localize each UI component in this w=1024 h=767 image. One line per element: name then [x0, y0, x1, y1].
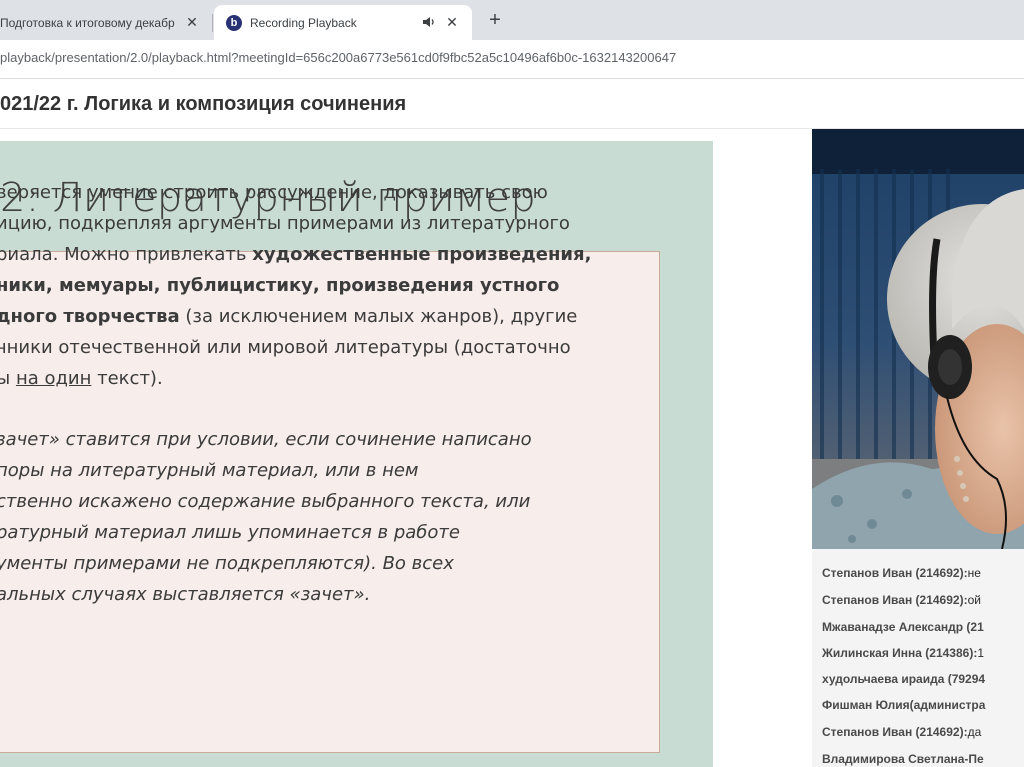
chat-text: 1 — [977, 646, 985, 660]
chat-author: Степанов Иван (214692): — [822, 593, 968, 607]
text-segment: (за исключением малых жанров), другие — [179, 306, 578, 327]
chat-author: Фишман Юлия(администра — [822, 698, 986, 712]
webcam-video[interactable] — [812, 129, 1024, 549]
tab-previous[interactable]: Подготовка к итоговому декабр ✕ — [0, 5, 212, 40]
tab-recording-playback[interactable]: b Recording Playback ✕ — [214, 5, 472, 40]
chat-message: Жилинская Инна (214386):1 — [822, 646, 1024, 660]
paragraph-line: чники отечественной или мировой литерату… — [0, 332, 656, 363]
chat-text: ой — [967, 593, 981, 607]
paragraph-line: ратурный материал лишь упоминается в раб… — [0, 522, 460, 543]
chat-text: да — [967, 725, 982, 739]
paragraph-line: риала. Можно привлекать художественные п… — [0, 239, 656, 270]
text-segment: чники отечественной или мировой литерату… — [0, 337, 571, 358]
presentation-slide: 2: Литературный пример веряется умение с… — [0, 141, 713, 767]
tab-title: Подготовка к итоговому декабр — [0, 15, 175, 30]
text-segment: текст). — [91, 368, 163, 389]
chat-message: Владимирова Светлана-Пе — [822, 752, 1024, 766]
text-segment: дного творчества — [0, 306, 180, 327]
paragraph-line: поры на литературный материал, или в нем — [0, 460, 419, 481]
text-segment: ицию, подкрепляя аргументы примерами из … — [0, 213, 570, 234]
chat-message: Фишман Юлия(администра — [822, 698, 1024, 712]
address-bar: playback/presentation/2.0/playback.html?… — [0, 40, 1024, 79]
paragraph-line: ственно искажено содержание выбранного т… — [0, 491, 531, 512]
chat-author: Степанов Иван (214692): — [822, 725, 968, 739]
paragraph-line: ы на один текст). — [0, 363, 656, 394]
text-segment: ы — [0, 368, 11, 389]
chat-author: Степанов Иван (214692): — [822, 566, 968, 580]
url-field[interactable]: playback/presentation/2.0/playback.html?… — [0, 50, 676, 68]
chat-author: худольчаева ираида (79294 — [822, 672, 986, 686]
close-icon[interactable]: ✕ — [444, 14, 460, 30]
slide-paragraph-1: веряется умение строить рассуждение, док… — [0, 177, 656, 394]
page-title: 021/22 г. Логика и композиция сочинения — [0, 93, 407, 115]
chat-author: Владимирова Светлана-Пе — [822, 752, 984, 766]
slide-paragraph-2: зачет» ставится при условии, если сочине… — [0, 424, 656, 610]
close-icon[interactable]: ✕ — [184, 14, 200, 30]
speaker-icon[interactable] — [422, 15, 436, 29]
paragraph-line: альных случаях выставляется «зачет». — [0, 584, 371, 605]
new-tab-button[interactable]: + — [484, 10, 506, 32]
chat-message: Мжаванадзе Александр (21 — [822, 620, 1024, 634]
chat-message: Степанов Иван (214692):ой — [822, 593, 1024, 607]
chat-message: Степанов Иван (214692):не — [822, 566, 1024, 580]
text-segment: веряется умение строить рассуждение, док… — [0, 182, 548, 203]
chat-author: Жилинская Инна (214386): — [822, 646, 978, 660]
paragraph-line: зачет» ставится при условии, если сочине… — [0, 429, 532, 450]
tab-divider — [212, 14, 213, 32]
browser-tab-strip: Подготовка к итоговому декабр ✕ b Record… — [0, 0, 1024, 40]
chat-author: Мжаванадзе Александр (21 — [822, 620, 984, 634]
chat-text: не — [967, 566, 981, 580]
paragraph-line: ицию, подкрепляя аргументы примерами из … — [0, 208, 656, 239]
paragraph-line: ументы примерами не подкрепляются). Во в… — [0, 553, 454, 574]
paragraph-line: веряется умение строить рассуждение, док… — [0, 177, 656, 208]
webcam-frame — [812, 129, 1024, 549]
chat-message: Степанов Иван (214692):да — [822, 725, 1024, 739]
chat-message: худольчаева ираида (79294 — [822, 672, 1024, 686]
paragraph-line: дного творчества (за исключением малых ж… — [0, 301, 656, 332]
text-segment: ники, мемуары, публицистику, произведени… — [0, 275, 560, 296]
tab-title: Recording Playback — [250, 15, 357, 30]
text-segment: риала. Можно привлекать — [0, 244, 253, 265]
paragraph-line: ники, мемуары, публицистику, произведени… — [0, 270, 656, 301]
text-segment: на один — [15, 368, 92, 389]
chat-panel[interactable]: Степанов Иван (214692):не Степанов Иван … — [812, 549, 1024, 767]
text-segment: художественные произведения, — [252, 244, 592, 265]
bigbluebutton-favicon-icon: b — [226, 14, 242, 31]
